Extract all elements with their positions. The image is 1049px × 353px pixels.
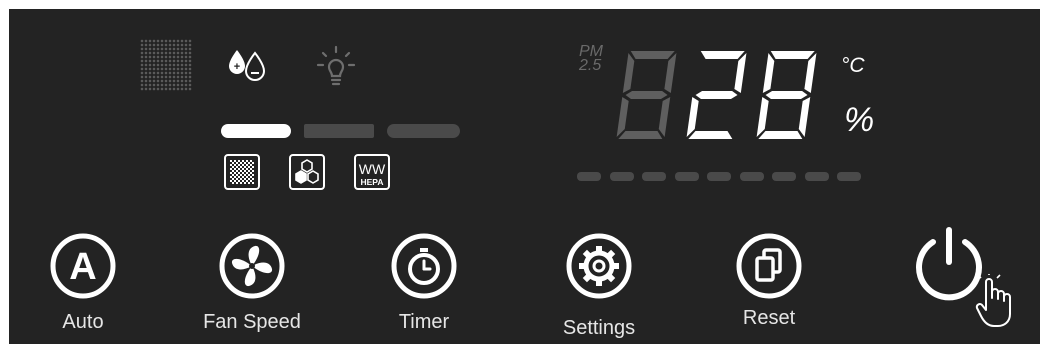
segment-c [798,97,811,137]
segment-f [622,53,635,93]
segment-d [618,131,663,139]
timer-button[interactable]: Timer [354,219,494,333]
digit-3 [756,51,817,139]
progress-dash [707,172,731,181]
pm-label: PM 2.5 [579,44,603,74]
power-button[interactable] [899,214,1029,327]
light-bulb-icon [316,45,356,86]
reset-button[interactable]: Reset [699,219,839,329]
hepa-ww-text: WW [359,161,386,177]
hepa-label-text: HEPA [361,177,384,187]
progress-dash [642,172,666,181]
stopwatch-icon [391,233,457,299]
filter-level-segment-1 [221,124,291,138]
progress-dash [674,172,699,181]
progress-dash [837,172,861,181]
progress-dash [804,172,829,181]
segment-f [693,53,706,93]
segment-g [765,91,808,99]
svg-text:+: + [234,61,240,73]
celsius-unit: °C [841,54,865,77]
segment-a [630,51,675,59]
progress-dash [739,172,764,181]
percent-unit: % [844,101,875,139]
segment-d [758,131,803,139]
copy-pages-icon [736,233,802,299]
hand-pointer-icon [975,274,1011,327]
hepa-filter-icon: WW HEPA [354,154,390,190]
svg-text:A: A [69,246,96,288]
progress-dash [772,172,796,181]
dot-matrix-icon [140,39,192,91]
fan-speed-button[interactable]: Fan Speed [182,219,322,333]
segment-a [700,51,745,59]
control-panel: + WW HEPA PM 2.5 °C % A Auto Fan Speed T… [9,9,1040,344]
settings-button[interactable]: Settings [529,219,669,339]
settings-label: Settings [562,317,636,339]
auto-button[interactable]: A Auto [13,219,153,333]
auto-a-icon: A [50,233,116,299]
pm-label-bottom: 2.5 [579,57,602,74]
progress-dash [609,172,634,181]
gear-icon [566,233,632,299]
seven-segment-display [616,51,817,139]
digit-1 [616,51,677,139]
filter-level-segment-3 [387,124,460,138]
fan-speed-label: Fan Speed [203,311,301,333]
segment-c [658,97,671,137]
timer-label: Timer [398,311,450,333]
reset-label: Reset [742,307,796,329]
auto-label: Auto [62,311,104,333]
segment-g [625,91,668,99]
segment-c [728,97,741,137]
pre-filter-icon [224,154,260,190]
humidity-plus-minus-icon: + [229,50,266,81]
segment-a [770,51,815,59]
progress-dash [577,172,601,181]
filter-level-segment-2 [304,124,374,138]
segment-f [762,53,775,93]
fan-icon [219,233,285,299]
segment-d [688,131,733,139]
carbon-filter-icon [289,154,325,190]
digit-2 [686,51,747,139]
segment-g [695,91,738,99]
